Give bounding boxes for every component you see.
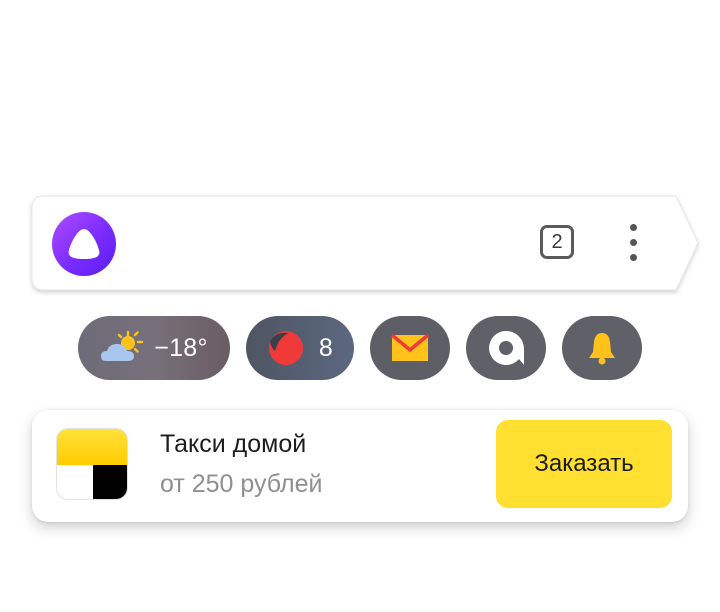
notifications-informer[interactable] xyxy=(562,316,642,380)
mail-icon xyxy=(391,333,429,361)
partly-cloudy-icon xyxy=(101,330,144,361)
weather-informer[interactable]: −18° xyxy=(78,316,230,380)
traffic-jam-icon xyxy=(268,331,303,365)
alice-icon[interactable] xyxy=(52,212,116,276)
traffic-informer[interactable]: 8 xyxy=(246,316,354,380)
weather-temperature: −18° xyxy=(154,333,208,362)
search-bar-background xyxy=(31,195,699,291)
yandex-taxi-icon xyxy=(56,428,128,500)
search-bar[interactable]: 2 xyxy=(31,195,699,291)
messenger-informer[interactable] xyxy=(466,316,546,380)
promo-subtitle: от 250 рублей xyxy=(160,470,323,498)
mail-informer[interactable] xyxy=(370,316,450,380)
promo-title: Такси домой xyxy=(160,430,307,458)
taxi-promo-card[interactable]: Такси домой от 250 рублей Заказать xyxy=(32,410,688,522)
browser-start-screen: 2 −18° 8 Такси домой от 250 рублей Заказ… xyxy=(0,0,720,612)
traffic-score: 8 xyxy=(318,333,334,362)
order-taxi-button[interactable]: Заказать xyxy=(496,420,672,508)
q-messenger-icon xyxy=(489,330,524,365)
tabs-count: 2 xyxy=(551,230,563,253)
bell-icon xyxy=(589,333,615,365)
kebab-menu-icon[interactable] xyxy=(620,222,646,264)
tabs-counter-button[interactable]: 2 xyxy=(540,225,574,259)
